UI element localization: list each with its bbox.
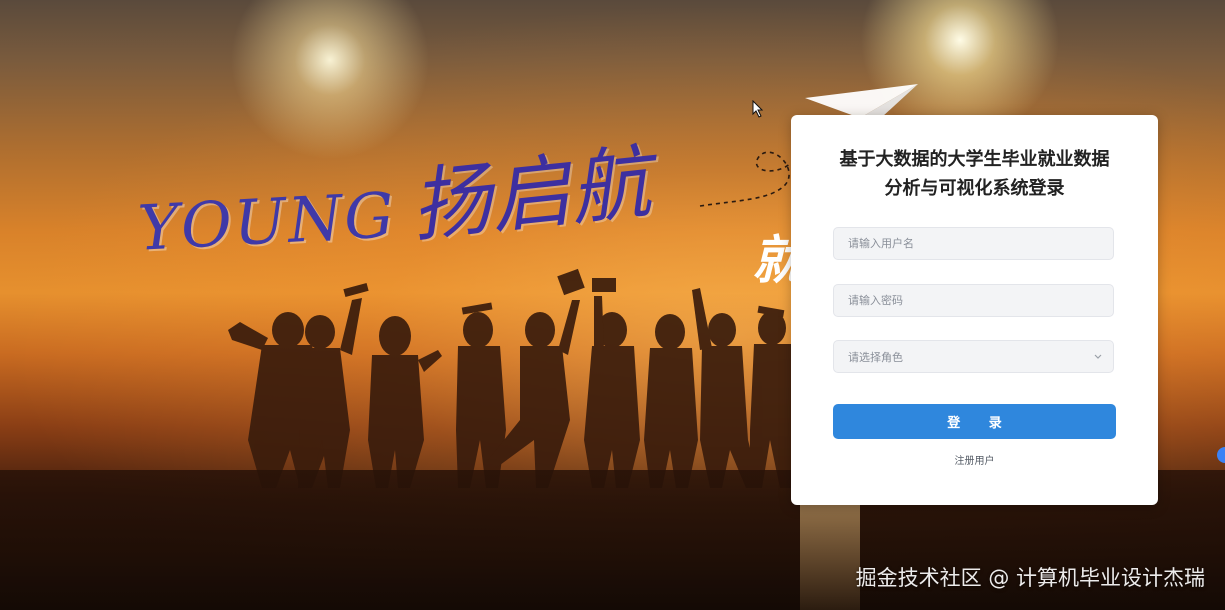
role-select-placeholder: 请选择角色: [848, 351, 903, 364]
login-button[interactable]: 登 录: [833, 404, 1116, 439]
login-title-line2: 分析与可视化系统登录: [884, 178, 1065, 199]
role-select[interactable]: 请选择角色: [833, 340, 1114, 373]
headline-english: YOUNG: [136, 178, 398, 265]
register-link[interactable]: 注册用户: [791, 452, 1158, 467]
username-input[interactable]: [834, 228, 1113, 259]
username-field-wrapper: [833, 227, 1114, 260]
graduates-silhouette: [228, 268, 792, 488]
password-input[interactable]: [834, 285, 1113, 316]
light-reflection: [800, 500, 860, 610]
password-field-wrapper: [833, 284, 1114, 317]
login-title-line1: 基于大数据的大学生毕业就业数据: [839, 149, 1110, 170]
watermark: 掘金技术社区 @ 计算机毕业设计杰瑞: [855, 566, 1205, 590]
chevron-down-icon: [1094, 354, 1102, 359]
plane-trail: [699, 149, 801, 207]
mouse-pointer-icon: [752, 100, 764, 118]
login-card: 基于大数据的大学生毕业就业数据 分析与可视化系统登录 请选择角色 登 录 注册用…: [791, 115, 1158, 505]
login-page: YOUNG 扬启航 就 基于大数据的大学生毕业就业数据 分析与可视化系统登录 请…: [0, 0, 1225, 610]
login-title: 基于大数据的大学生毕业就业数据 分析与可视化系统登录: [791, 145, 1158, 203]
